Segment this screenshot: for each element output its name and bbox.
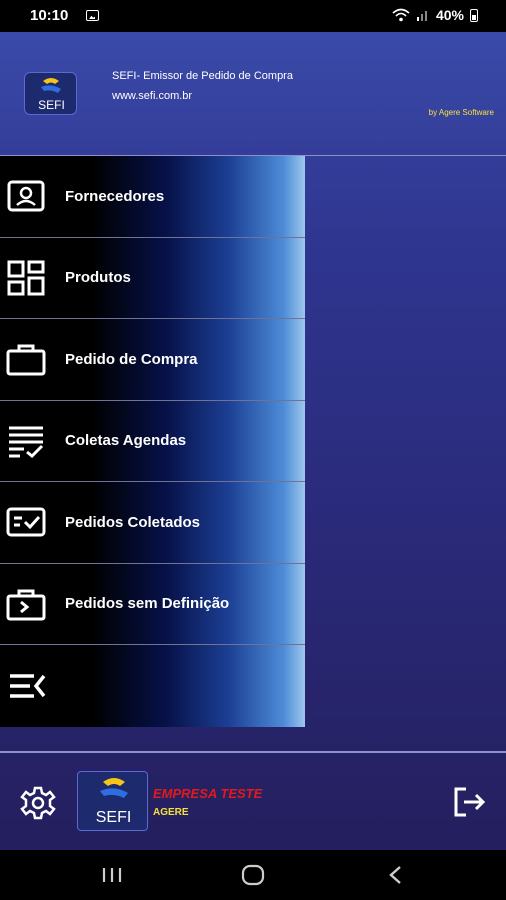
list-check-icon: [6, 423, 46, 459]
battery-percent: 40%: [435, 7, 464, 23]
logout-icon[interactable]: [452, 786, 486, 818]
card-check-icon: [6, 504, 46, 540]
svg-text:SEFI: SEFI: [38, 98, 65, 112]
company-subtitle: AGERE: [153, 807, 189, 818]
grid-icon: [6, 260, 46, 296]
menu-item-label: Produtos: [65, 269, 131, 287]
battery-icon: [470, 8, 478, 22]
app-logo: SEFI: [24, 72, 77, 115]
navigation-drawer: Fornecedores Produtos Pedido de Compra C…: [0, 156, 305, 727]
menu-item-coletas-agendas[interactable]: Coletas Agendas: [0, 400, 305, 482]
status-indicators: 40%: [392, 7, 478, 23]
menu-item-label: Coletas Agendas: [65, 432, 187, 450]
contact-card-icon: [6, 178, 46, 214]
footer: [0, 753, 506, 850]
menu-item-produtos[interactable]: Produtos: [0, 237, 305, 319]
menu-item-label: Pedidos Coletados: [65, 513, 201, 531]
wifi-icon: [392, 8, 410, 22]
home-icon[interactable]: [238, 862, 268, 888]
menu-item-collapse[interactable]: [0, 645, 305, 727]
menu-item-pedidos-coletados[interactable]: Pedidos Coletados: [0, 482, 305, 564]
status-time: 10:10: [30, 7, 69, 24]
recent-apps-icon[interactable]: [97, 862, 127, 888]
signal-icon: [416, 11, 427, 21]
app-title: SEFI- Emissor de Pedido de Compra: [112, 70, 293, 82]
status-bar: 10:10 40%: [0, 0, 506, 32]
by-line: by Agere Software: [428, 108, 494, 117]
briefcase-arrow-icon: [6, 586, 46, 622]
menu-item-label: Fornecedores: [65, 187, 165, 205]
briefcase-icon: [6, 341, 46, 377]
menu-item-pedidos-sem-definicao[interactable]: Pedidos sem Definição: [0, 563, 305, 645]
menu-item-pedido-de-compra[interactable]: Pedido de Compra: [0, 319, 305, 401]
menu-item-fornecedores[interactable]: Fornecedores: [0, 156, 305, 238]
svg-text:SEFI: SEFI: [96, 809, 132, 826]
settings-gear-icon[interactable]: [20, 785, 56, 821]
company-logo: SEFI: [77, 771, 148, 831]
system-navigation-bar: [0, 850, 506, 900]
app-url: www.sefi.com.br: [112, 90, 193, 102]
image-notification-icon: [86, 10, 99, 21]
collapse-menu-icon: [6, 668, 46, 704]
menu-item-label: Pedido de Compra: [65, 350, 198, 368]
company-name: EMPRESA TESTE: [153, 786, 263, 801]
back-icon[interactable]: [380, 862, 410, 888]
menu-item-label: Pedidos sem Definição: [65, 595, 230, 613]
